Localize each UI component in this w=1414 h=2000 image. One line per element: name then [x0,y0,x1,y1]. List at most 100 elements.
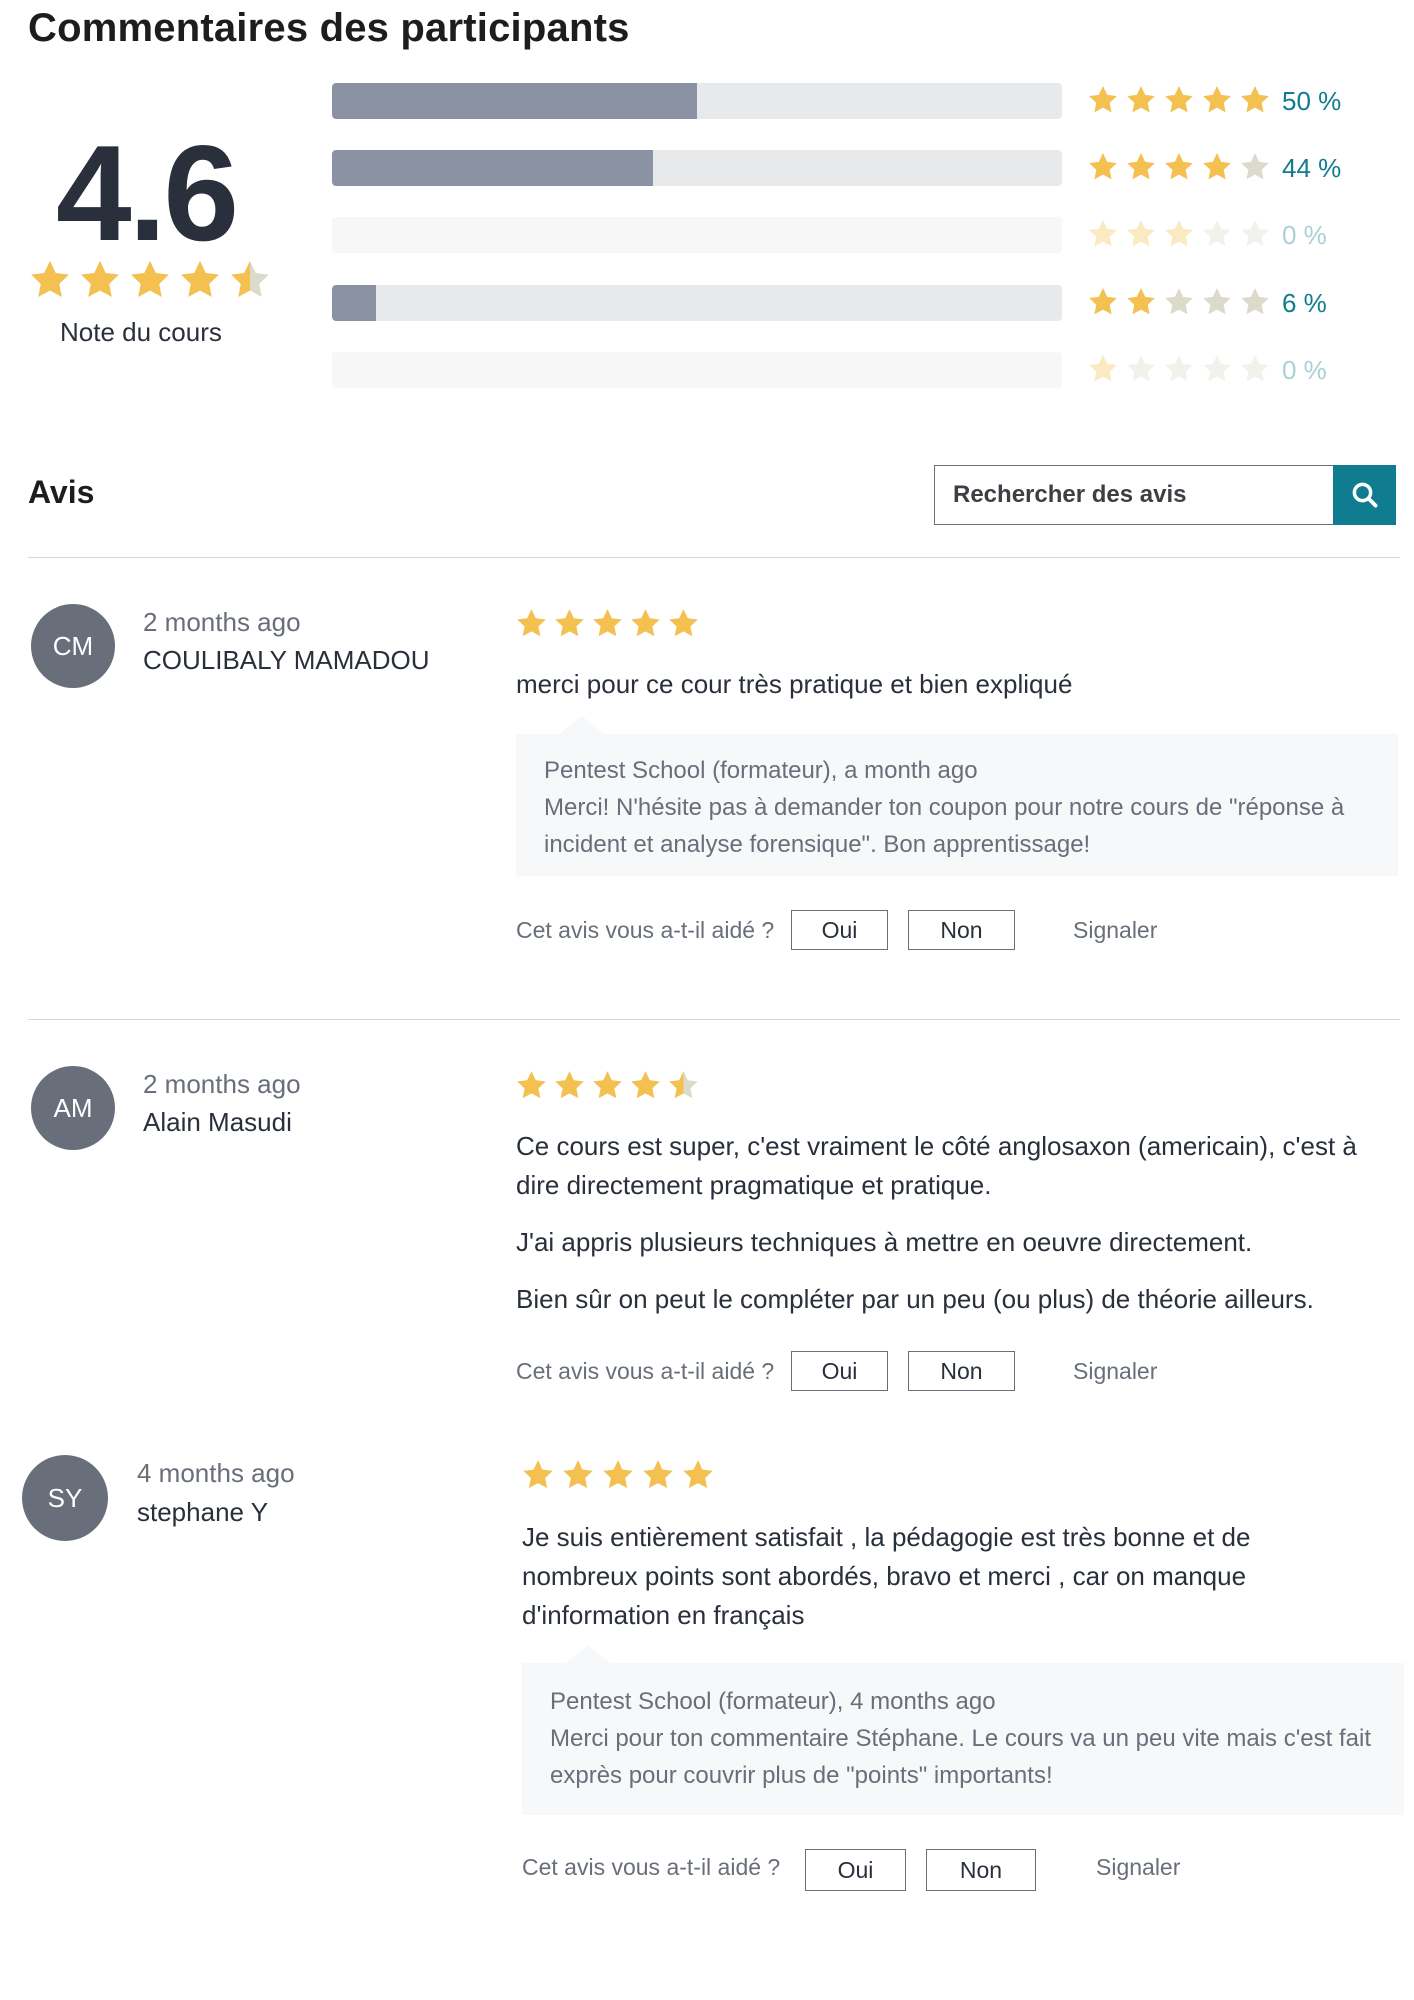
review-text: Je suis entièrement satisfait , la pédag… [522,1518,1342,1653]
rating-bar-stars [1087,286,1271,318]
helpful-yes-button[interactable]: Oui [791,910,888,950]
star-icon [591,1069,624,1102]
star-icon [228,258,272,302]
star-icon [521,1458,555,1492]
rating-bar-percent: 0 % [1282,220,1327,250]
star-icon [28,258,72,302]
average-rating: 4.6 [56,117,239,269]
star-icon [1087,353,1119,385]
star-icon [1201,286,1233,318]
review-date: 2 months ago [143,1069,301,1099]
review-author: COULIBALY MAMADOU [143,645,430,675]
report-link[interactable]: Signaler [1073,1353,1157,1389]
star-icon [553,1069,586,1102]
star-icon [1163,151,1195,183]
star-icon [1239,286,1271,318]
rating-bar-percent[interactable]: 50 % [1282,83,1341,119]
rating-bar-stars [1087,151,1271,183]
star-icon [178,258,222,302]
rating-bar-fill [332,285,376,321]
rating-bar-fill [332,83,697,119]
star-icon [641,1458,675,1492]
helpful-yes-button[interactable]: Oui [805,1849,906,1891]
star-icon [1087,84,1119,116]
star-icon [515,1069,548,1102]
review-author: Alain Masudi [143,1107,292,1137]
rating-bar-percent: 0 % [1282,355,1327,385]
helpful-no-button[interactable]: Non [908,910,1015,950]
review-search [934,465,1396,525]
divider [28,1019,1400,1020]
star-icon [1163,353,1195,385]
report-link[interactable]: Signaler [1073,912,1157,948]
helpful-no-button[interactable]: Non [926,1849,1036,1891]
star-icon [1163,286,1195,318]
star-icon [1239,353,1271,385]
rating-bar-4[interactable]: 44 % [332,148,1412,188]
star-icon [128,258,172,302]
helpful-no-button[interactable]: Non [908,1351,1015,1391]
average-rating-label: Note du cours [60,317,222,347]
page-title: Commentaires des participants [28,6,630,50]
star-icon [681,1458,715,1492]
star-icon [553,607,586,640]
star-icon [667,607,700,640]
rating-bar-stars [1087,353,1271,385]
star-icon [1239,84,1271,116]
rating-bar-percent[interactable]: 44 % [1282,150,1341,186]
review-paragraph: J'ai appris plusieurs techniques à mettr… [516,1227,1253,1257]
star-icon [1087,218,1119,250]
rating-bar-stars [1087,84,1271,116]
star-icon [1201,151,1233,183]
star-icon [1125,84,1157,116]
review-date: 4 months ago [137,1458,295,1488]
star-icon [1239,151,1271,183]
star-icon [78,258,122,302]
star-icon [1163,84,1195,116]
rating-bar-track [332,83,1062,119]
helpful-yes-button[interactable]: Oui [791,1351,888,1391]
rating-bar-1: 0 % [332,350,1412,390]
rating-bar-percent[interactable]: 6 % [1282,285,1327,321]
rating-bar-track [332,150,1062,186]
instructor-response: Pentest School (formateur), a month ago … [516,734,1398,876]
star-icon [1201,218,1233,250]
star-icon [1239,218,1271,250]
average-stars [28,258,272,302]
avatar: AM [31,1066,115,1150]
star-icon [1087,286,1119,318]
rating-bar-fill [332,150,654,186]
search-button[interactable] [1333,465,1396,525]
star-icon [1125,218,1157,250]
helpful-question: Cet avis vous a-t-il aidé ? [516,1358,775,1384]
star-icon [601,1458,635,1492]
rating-bar-2[interactable]: 6 % [332,283,1412,323]
report-link[interactable]: Signaler [1096,1849,1180,1885]
instructor-response: Pentest School (formateur), 4 months ago… [522,1663,1404,1815]
reviews-heading: Avis [28,474,95,510]
star-icon [561,1458,595,1492]
search-icon [1352,482,1377,508]
rating-bar-track [332,352,1062,388]
star-icon [1125,151,1157,183]
rating-bar-5[interactable]: 50 % [332,81,1412,121]
response-text: Merci! N'hésite pas à demander ton coupo… [544,794,1345,858]
star-icon [667,1069,700,1102]
review-paragraph: merci pour ce cour très pratique et bien… [516,669,1073,699]
helpful-question: Cet avis vous a-t-il aidé ? [522,1854,781,1880]
helpful-question: Cet avis vous a-t-il aidé ? [516,917,775,943]
review-paragraph: Bien sûr on peut le compléter par un peu… [516,1284,1314,1314]
star-icon [629,607,662,640]
star-icon [629,1069,662,1102]
star-icon [515,607,548,640]
search-input[interactable] [935,466,1315,524]
response-text: Merci pour ton commentaire Stéphane. Le … [550,1725,1371,1789]
response-caret [566,1645,610,1663]
review-stars [521,1458,715,1492]
review-date: 2 months ago [143,607,301,637]
review-paragraph: Je suis entièrement satisfait , la pédag… [522,1522,1251,1630]
rating-bar-stars [1087,218,1271,250]
rating-bar-track [332,217,1062,253]
divider [28,557,1400,558]
avatar: CM [31,604,115,688]
